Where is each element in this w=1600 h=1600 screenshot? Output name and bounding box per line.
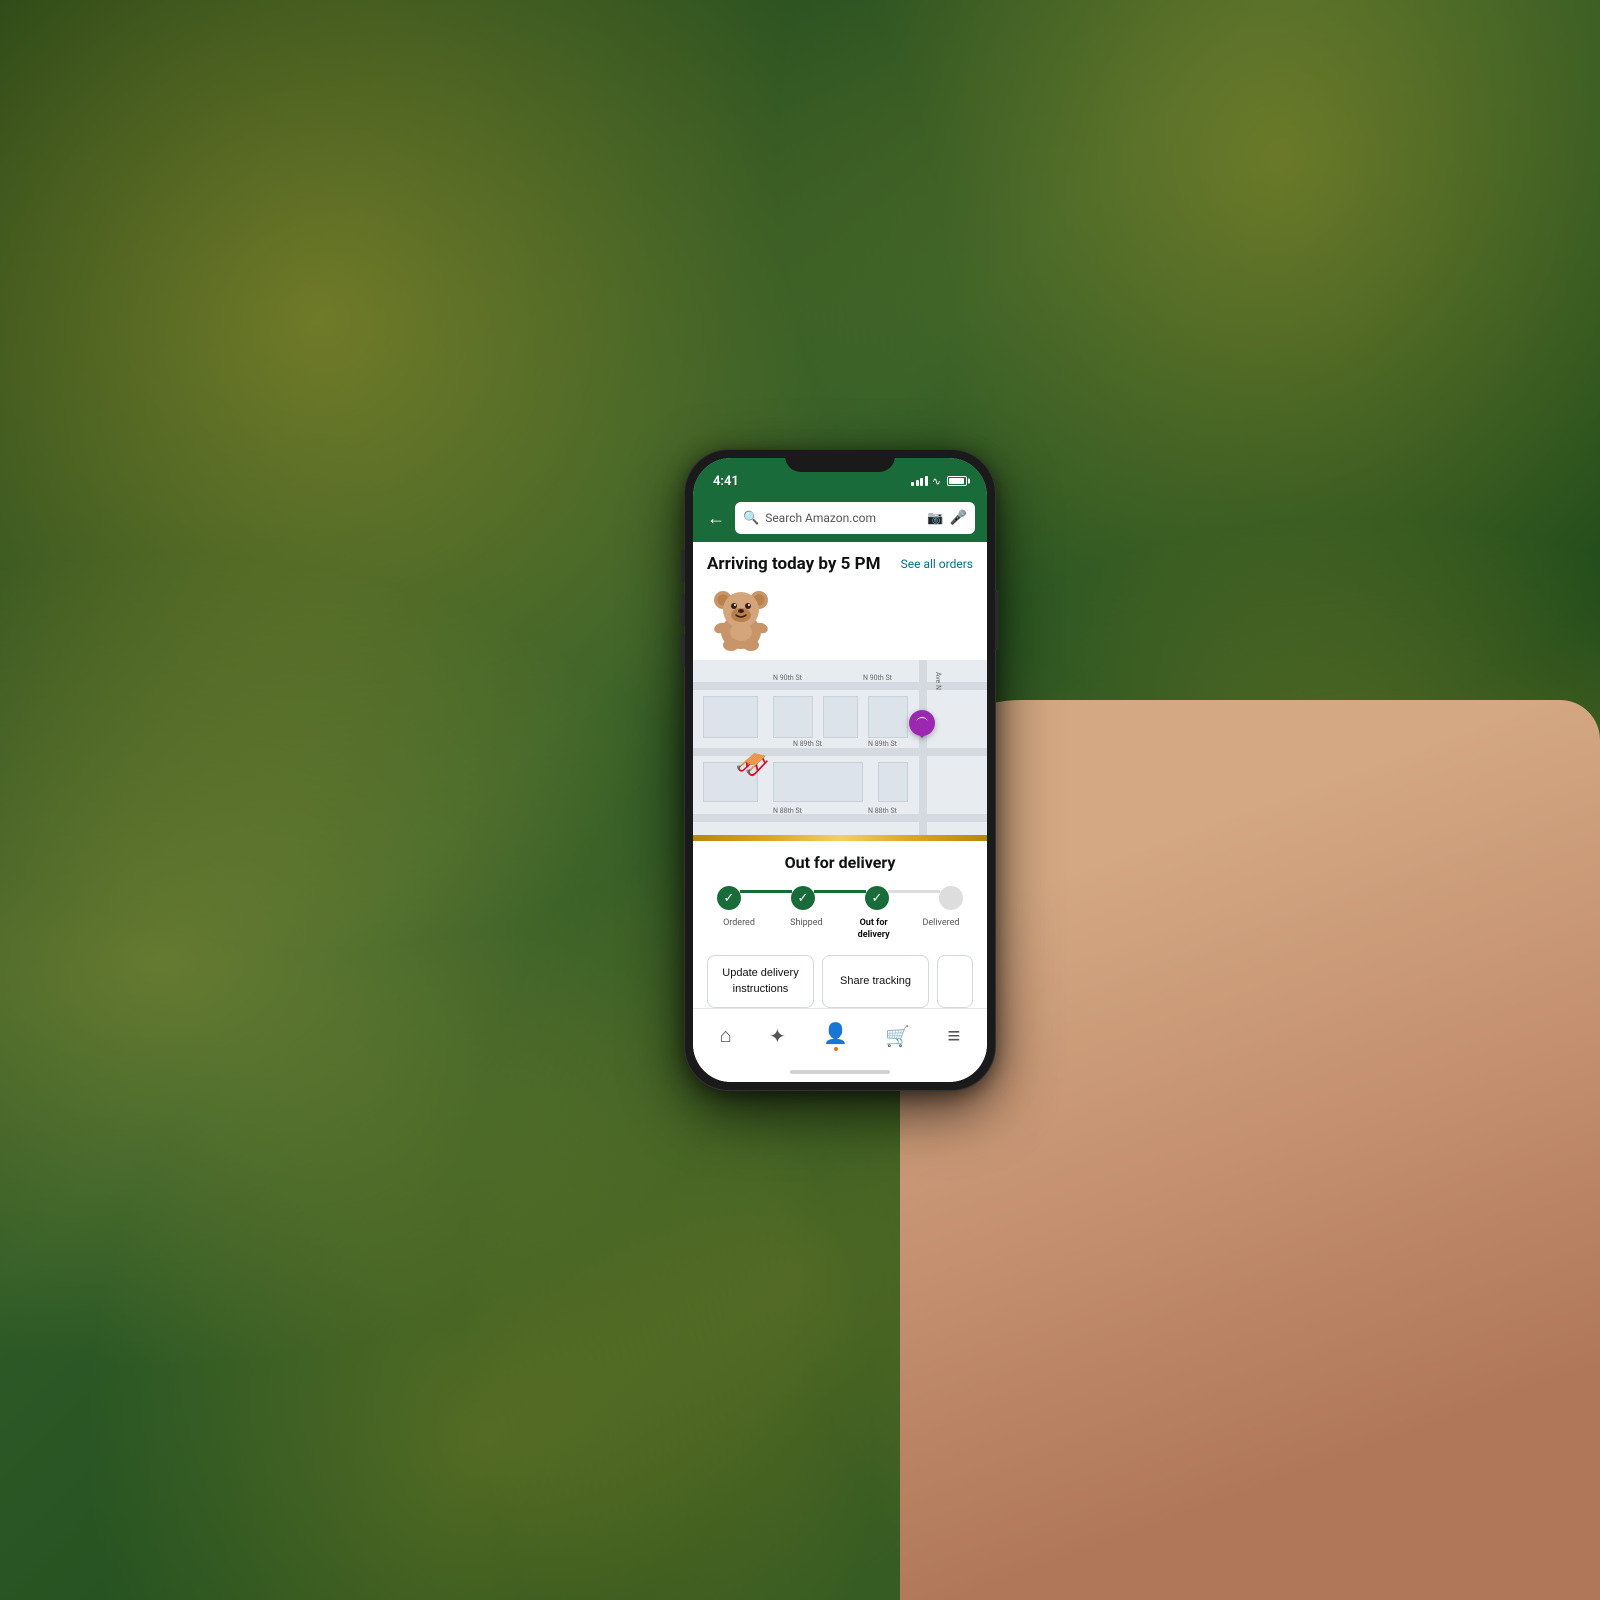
nav-menu[interactable]: ≡ <box>938 1017 971 1055</box>
label-ordered: Ordered <box>709 918 769 941</box>
teddy-bear-svg <box>707 580 775 652</box>
street-label-90-right: N 90th St <box>863 674 892 682</box>
label-shipped: Shipped <box>776 918 836 941</box>
delivery-vehicle: 🛷 <box>735 748 770 781</box>
nav-explore[interactable]: ✦ <box>759 1018 796 1054</box>
see-all-orders-link[interactable]: See all orders <box>901 557 973 571</box>
map-grid: N 90th St N 90th St N 89th St N 89th St … <box>693 660 987 835</box>
step-circle-ordered: ✓ <box>717 886 741 910</box>
explore-icon: ✦ <box>769 1024 786 1048</box>
street-label-ave: Ave N <box>934 672 942 690</box>
bottom-nav: ⌂ ✦ 👤 🛒 ≡ <box>693 1008 987 1062</box>
account-icon: 👤 <box>823 1021 848 1045</box>
phone-shell: 4:41 ∿ <box>685 450 995 1090</box>
status-time: 4:41 <box>713 474 739 489</box>
app-header: ← 🔍 Search Amazon.com 📷 🎤 <box>693 496 987 542</box>
arriving-title: Arriving today by 5 PM <box>707 554 880 574</box>
wifi-icon: ∿ <box>932 475 941 488</box>
track-line-3 <box>888 890 940 893</box>
street-h-88 <box>693 814 987 822</box>
more-button[interactable] <box>937 955 973 1008</box>
step-out-for-delivery: ✓ <box>865 886 889 910</box>
back-button[interactable]: ← <box>705 506 727 531</box>
action-buttons: Update deliveryinstructions Share tracki… <box>707 955 973 1008</box>
product-row <box>693 580 987 660</box>
search-icon: 🔍 <box>743 511 759 526</box>
status-icons: ∿ <box>911 475 967 488</box>
step-delivered <box>939 886 963 910</box>
notch <box>785 450 895 472</box>
active-indicator <box>834 1047 838 1051</box>
mic-icon[interactable]: 🎤 <box>950 510 967 526</box>
progress-tracker: ✓ ✓ ✓ <box>707 886 973 910</box>
gold-bar <box>693 835 987 841</box>
step-circle-shipped: ✓ <box>791 886 815 910</box>
phone-screen: 4:41 ∿ <box>693 458 987 1082</box>
battery-icon <box>947 476 967 486</box>
arriving-section: Arriving today by 5 PM See all orders <box>693 542 987 580</box>
step-circle-delivered <box>939 886 963 910</box>
cart-icon: 🛒 <box>885 1024 910 1048</box>
street-label-88-left: N 88th St <box>773 807 802 815</box>
main-content: Arriving today by 5 PM See all orders <box>693 542 987 1008</box>
nav-account[interactable]: 👤 <box>813 1015 858 1057</box>
location-pin <box>909 710 935 751</box>
label-delivered: Delivered <box>911 918 971 941</box>
scene: 4:41 ∿ <box>0 0 1600 1600</box>
nav-home[interactable]: ⌂ <box>710 1017 742 1054</box>
step-shipped: ✓ <box>791 886 815 910</box>
home-bar <box>790 1070 890 1074</box>
phone-wrapper: 4:41 ∿ <box>685 450 995 1090</box>
step-circle-out-for-delivery: ✓ <box>865 886 889 910</box>
delivery-status-title: Out for delivery <box>707 853 973 872</box>
camera-icon[interactable]: 📷 <box>927 511 943 526</box>
share-tracking-button[interactable]: Share tracking <box>822 955 929 1008</box>
street-label-90-left: N 90th St <box>773 674 802 682</box>
nav-cart[interactable]: 🛒 <box>875 1018 920 1054</box>
product-image <box>707 580 775 652</box>
home-indicator <box>693 1062 987 1082</box>
delivery-card: Out for delivery ✓ ✓ <box>693 835 987 1008</box>
track-line-2 <box>814 890 866 893</box>
hand-background <box>900 700 1600 1600</box>
home-icon: ⌂ <box>720 1023 732 1048</box>
search-input[interactable]: Search Amazon.com <box>765 511 921 525</box>
street-label-89-left: N 89th St <box>793 740 822 748</box>
street-label-88-right: N 88th St <box>868 807 897 815</box>
track-line-1 <box>740 890 792 893</box>
street-label-89-right: N 89th St <box>868 740 897 748</box>
signal-icon <box>911 476 928 486</box>
map-container: N 90th St N 90th St N 89th St N 89th St … <box>693 660 987 835</box>
search-bar[interactable]: 🔍 Search Amazon.com 📷 🎤 <box>735 502 975 534</box>
street-h-90 <box>693 682 987 690</box>
update-delivery-button[interactable]: Update deliveryinstructions <box>707 955 814 1008</box>
step-ordered: ✓ <box>717 886 741 910</box>
menu-icon: ≡ <box>948 1023 961 1049</box>
step-labels: Ordered Shipped Out fordelivery Delivere… <box>707 914 973 941</box>
label-out-for-delivery: Out fordelivery <box>844 918 904 941</box>
